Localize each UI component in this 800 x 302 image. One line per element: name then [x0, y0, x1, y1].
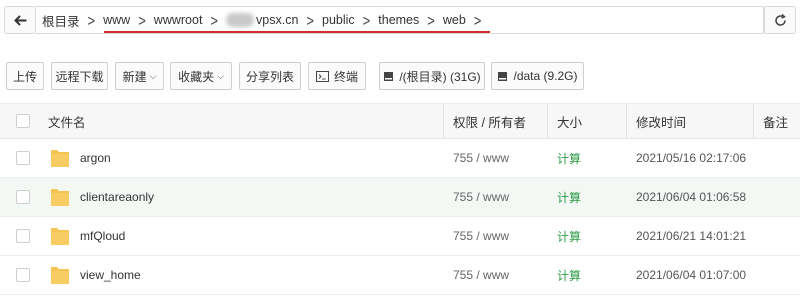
row-checkbox[interactable]	[16, 190, 30, 204]
arrow-left-icon	[13, 14, 26, 26]
upload-button[interactable]: 上传	[6, 62, 44, 90]
select-all-checkbox[interactable]	[16, 114, 30, 128]
column-header-size[interactable]: 大小	[557, 104, 582, 138]
chevron-right-icon: >	[473, 11, 482, 29]
column-divider	[626, 104, 627, 138]
share-list-button[interactable]: 分享列表	[239, 62, 301, 90]
row-checkbox[interactable]	[16, 151, 30, 165]
file-toolbar: 上传 远程下载 新建 ⌵ 收藏夹 ⌵ 分享列表 终端 /(根目录) (31G) /d…	[0, 62, 800, 90]
file-table: 文件名 权限 / 所有者 大小 修改时间 备注 argon 755 / www …	[0, 103, 800, 295]
chevron-right-icon: >	[138, 11, 146, 29]
remote-download-button[interactable]: 远程下载	[51, 62, 108, 90]
size-calc-link[interactable]: 计算	[557, 256, 581, 294]
column-header-note: 备注	[763, 115, 789, 130]
folder-icon	[51, 228, 69, 245]
breadcrumb-item-www[interactable]: www >	[103, 11, 154, 29]
column-header-name[interactable]: 文件名	[48, 104, 86, 138]
back-button[interactable]	[4, 6, 36, 34]
refresh-icon	[774, 13, 786, 26]
chevron-right-icon: >	[210, 11, 219, 29]
modified-time: 2021/05/16 02:17:06	[636, 151, 747, 165]
column-header-mtime[interactable]: 修改时间	[636, 104, 686, 138]
breadcrumb-item-public[interactable]: public >	[322, 11, 378, 29]
column-divider	[547, 104, 548, 138]
folder-icon	[51, 267, 69, 284]
permission-link[interactable]: 755 / www	[453, 178, 509, 216]
redacted-blur	[226, 13, 255, 27]
disk-root-button[interactable]: /(根目录) (31G)	[379, 62, 485, 90]
terminal-button[interactable]: 终端	[308, 62, 366, 90]
permission-link[interactable]: 755 / www	[453, 139, 509, 177]
favorites-dropdown-button[interactable]: 收藏夹 ⌵	[170, 62, 232, 90]
file-name-link[interactable]: clientareaonly	[80, 178, 154, 216]
address-bar: 根目录 > www > wwwroot > vpsx.cn > public > them…	[0, 0, 800, 40]
row-checkbox[interactable]	[16, 229, 30, 243]
breadcrumb-item-wwwroot[interactable]: wwwroot >	[154, 11, 226, 29]
folder-icon	[51, 189, 69, 206]
file-name-link[interactable]: argon	[80, 139, 111, 177]
disk-icon	[497, 71, 508, 82]
modified-time: 2021/06/04 01:07:00	[636, 268, 747, 282]
chevron-right-icon: >	[306, 11, 314, 29]
disk-data-button[interactable]: /data (9.2G)	[491, 62, 584, 90]
permission-link[interactable]: 755 / www	[453, 217, 509, 255]
breadcrumb-item-root[interactable]: 根目录 >	[42, 11, 103, 30]
table-row[interactable]: view_home 755 / www 计算 2021/06/04 01:07:…	[0, 256, 800, 295]
column-divider	[753, 104, 754, 138]
table-row[interactable]: clientareaonly 755 / www 计算 2021/06/04 0…	[0, 178, 800, 217]
column-divider	[443, 104, 444, 138]
breadcrumb-item-site[interactable]: vpsx.cn >	[226, 11, 322, 29]
chevron-right-icon: >	[427, 11, 435, 29]
table-row[interactable]: mfQloud 755 / www 计算 2021/06/21 14:01:21	[0, 217, 800, 256]
chevron-down-icon: ⌵	[217, 70, 224, 81]
chevron-right-icon: >	[362, 11, 371, 29]
size-calc-link[interactable]: 计算	[557, 139, 581, 177]
new-dropdown-button[interactable]: 新建 ⌵	[115, 62, 164, 90]
column-header-perm[interactable]: 权限 / 所有者	[453, 104, 526, 138]
row-checkbox[interactable]	[16, 268, 30, 282]
disk-icon	[383, 71, 394, 82]
table-header: 文件名 权限 / 所有者 大小 修改时间 备注	[0, 103, 800, 139]
terminal-icon	[315, 70, 329, 82]
file-name-link[interactable]: view_home	[80, 256, 141, 294]
file-name-link[interactable]: mfQloud	[80, 217, 125, 255]
refresh-button[interactable]	[764, 6, 796, 34]
table-row[interactable]: argon 755 / www 计算 2021/05/16 02:17:06	[0, 139, 800, 178]
highlight-underline	[104, 31, 490, 33]
breadcrumb-item-themes[interactable]: themes >	[378, 11, 443, 29]
breadcrumb-item-web[interactable]: web >	[443, 11, 490, 29]
permission-link[interactable]: 755 / www	[453, 256, 509, 294]
chevron-down-icon: ⌵	[149, 70, 157, 81]
folder-icon	[51, 150, 69, 167]
breadcrumb: 根目录 > www > wwwroot > vpsx.cn > public > them…	[36, 6, 764, 34]
size-calc-link[interactable]: 计算	[557, 217, 581, 255]
size-calc-link[interactable]: 计算	[557, 178, 581, 216]
modified-time: 2021/06/04 01:06:58	[636, 190, 747, 204]
chevron-right-icon: >	[87, 11, 96, 29]
modified-time: 2021/06/21 14:01:21	[636, 229, 747, 243]
